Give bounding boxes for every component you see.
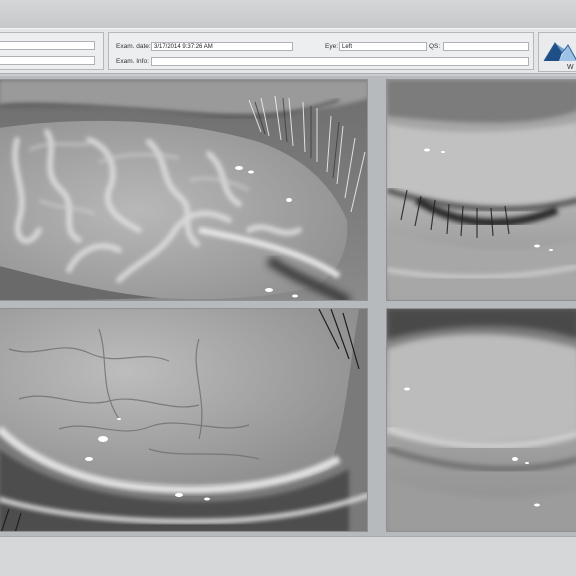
status-bar (0, 536, 576, 576)
eye-field[interactable]: Left (339, 42, 427, 51)
upper-everted-eyelid-image[interactable] (0, 79, 368, 301)
window-title-bar (0, 0, 576, 28)
exam-info-field[interactable] (151, 57, 529, 66)
exam-info-label: Exam. Info: (116, 58, 149, 65)
eye-label: Eye: (325, 43, 339, 50)
upper-eyelid-margin-image[interactable] (386, 79, 576, 301)
logo-box[interactable]: W (538, 32, 576, 72)
logo-text: W (567, 64, 574, 71)
patient-info-group (0, 32, 104, 70)
exam-date-label: Exam. date: (116, 43, 151, 50)
lower-eyelid-margin-image[interactable] (386, 308, 576, 532)
exam-info-group: Exam. date: 3/17/2014 9:37:26 AM Eye: Le… (108, 32, 534, 70)
image-viewer (0, 76, 576, 536)
patient-field-1[interactable] (0, 41, 95, 50)
qs-field[interactable] (443, 42, 529, 51)
qs-label: QS: (429, 43, 441, 50)
exam-date-field[interactable]: 3/17/2014 9:37:26 AM (151, 42, 293, 51)
exam-info-header: Exam. date: 3/17/2014 9:37:26 AM Eye: Le… (0, 28, 576, 74)
patient-field-2[interactable] (0, 56, 95, 65)
lower-eyelid-conjunctiva-image[interactable] (0, 308, 368, 532)
